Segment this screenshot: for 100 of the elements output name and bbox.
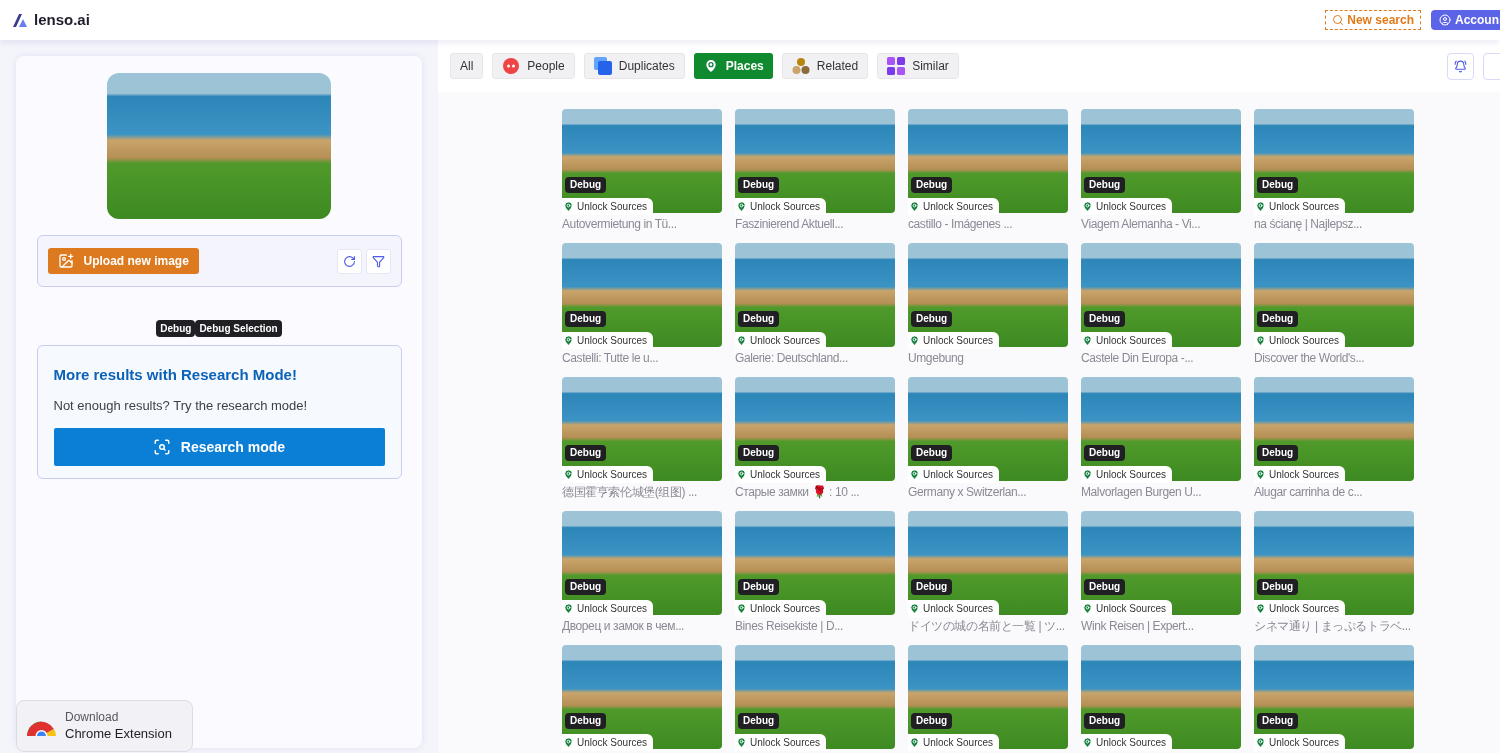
debug-tag: Debug (565, 445, 607, 461)
image-plus-icon (57, 253, 74, 269)
map-pin-icon (702, 58, 719, 74)
debug-tag: Debug (738, 713, 780, 729)
unlock-sources-label: Unlock Sources (908, 600, 1000, 617)
filter-tab[interactable]: Duplicates (583, 53, 685, 79)
debug-tag: Debug (1084, 445, 1126, 461)
unlock-sources-label: Unlock Sources (562, 466, 654, 483)
map-pin-icon (1082, 469, 1093, 480)
debug-tag: Debug (1084, 177, 1126, 193)
refresh-button[interactable] (336, 248, 362, 274)
map-pin-icon (1255, 469, 1266, 480)
filter-tab[interactable]: People (492, 53, 575, 79)
debug-tag: Debug (1084, 713, 1126, 729)
map-pin-icon (1255, 335, 1266, 346)
result-caption: Castelli: Tutte le u... (562, 350, 659, 367)
result-caption: Castele Din Europa -... (1081, 350, 1194, 367)
unlock-sources-label: Unlock Sources (908, 466, 1000, 483)
result-caption: Viagem Alemanha - Vi... (1081, 216, 1201, 233)
result-caption: ドイツの城の名前と一覧 | ツ... (908, 618, 1065, 635)
debug-tag: Debug (1084, 579, 1126, 595)
filter-tab[interactable]: All (450, 53, 484, 79)
map-pin-icon (1082, 201, 1093, 212)
logo-icon (13, 13, 29, 27)
unlock-sources-label: Unlock Sources (1081, 600, 1173, 617)
map-pin-icon (909, 335, 920, 346)
filter-button[interactable] (365, 248, 391, 274)
map-pin-icon (1082, 603, 1093, 614)
map-pin-icon (909, 603, 920, 614)
result-caption: 德国霍亨索伦城堡(组图) ... (562, 484, 697, 501)
debug-tag: Debug (565, 713, 607, 729)
debug-tag: Debug (738, 579, 780, 595)
map-pin-icon (1082, 335, 1093, 346)
result-caption: castillo - Imágenes ... (908, 216, 1013, 233)
debug-tag: Debug Selection (195, 320, 282, 337)
debug-tag: Debug (1257, 311, 1299, 327)
face-icon (502, 57, 521, 75)
map-pin-icon (1082, 737, 1093, 748)
search-icon (152, 438, 171, 456)
debug-tag: Debug (1257, 713, 1299, 729)
map-pin-icon (1255, 603, 1266, 614)
map-pin-icon (736, 603, 747, 614)
result-caption: Discover the World's... (1254, 350, 1365, 367)
result-caption: Germany x Switzerlan... (908, 484, 1027, 501)
search-icon (1332, 14, 1345, 26)
debug-tag: Debug (1257, 177, 1299, 193)
result-caption: Umgebung (908, 350, 964, 367)
account-button[interactable]: Accoun (1431, 10, 1500, 30)
user-icon (1439, 14, 1451, 26)
debug-tag: Debug (911, 311, 953, 327)
result-caption: Bines Reisekiste | D... (735, 618, 843, 635)
debug-tag: Debug (738, 177, 780, 193)
filter-icon (371, 254, 385, 268)
squares-icon (593, 57, 612, 75)
map-pin-icon (736, 469, 747, 480)
map-pin-icon (1255, 201, 1266, 212)
research-mode-button[interactable]: Research mode (53, 428, 385, 466)
unlock-sources-label: Unlock Sources (1254, 466, 1346, 483)
filter-tab[interactable]: Related (781, 53, 869, 79)
unlock-sources-label: Unlock Sources (735, 198, 827, 215)
debug-tag: Debug (738, 311, 780, 327)
alert-button[interactable] (1447, 52, 1474, 80)
debug-tag: Debug (738, 445, 780, 461)
unlock-sources-label: Unlock Sources (1254, 600, 1346, 617)
map-pin-icon (736, 737, 747, 748)
map-pin-icon (563, 335, 574, 346)
unlock-sources-label: Unlock Sources (908, 734, 1000, 751)
result-caption: Дворец и замок в чем... (562, 618, 684, 635)
map-pin-icon (563, 469, 574, 480)
debug-tag: Debug (911, 177, 953, 193)
unlock-sources-label: Unlock Sources (1081, 198, 1173, 215)
map-pin-icon (909, 737, 920, 748)
chrome-extension-label: Chrome Extension (65, 725, 172, 743)
refresh-icon (342, 254, 356, 268)
map-pin-icon (736, 201, 747, 212)
map-pin-icon (736, 335, 747, 346)
unlock-sources-label: Unlock Sources (1254, 734, 1346, 751)
debug-tag: Debug (1257, 579, 1299, 595)
debug-tag: Debug (911, 445, 953, 461)
dots-icon (791, 57, 810, 75)
logo-text: lenso.ai (34, 9, 90, 30)
map-pin-icon (563, 603, 574, 614)
unlock-sources-label: Unlock Sources (1081, 734, 1173, 751)
debug-tag: Debug (911, 579, 953, 595)
download-label: Download (65, 709, 119, 725)
filter-tab[interactable]: Places (693, 53, 773, 79)
debug-tag: Debug (565, 579, 607, 595)
bell-icon (1454, 59, 1467, 73)
result-caption: Malvorlagen Burgen U... (1081, 484, 1202, 501)
debug-tag: Debug (565, 311, 607, 327)
research-title: More results with Research Mode! (53, 365, 298, 385)
unlock-sources-label: Unlock Sources (1254, 198, 1346, 215)
result-caption: Alugar carrinha de c... (1254, 484, 1363, 501)
result-caption: Старые замки 🌹 : 10 ... (735, 484, 860, 501)
chrome-extension-button[interactable]: Download Chrome Extension (16, 700, 193, 752)
unlock-sources-label: Unlock Sources (735, 734, 827, 751)
filter-tab[interactable]: Similar (877, 53, 959, 79)
unlock-sources-label: Unlock Sources (1081, 466, 1173, 483)
unlock-sources-label: Unlock Sources (1254, 332, 1346, 349)
result-caption: Galerie: Deutschland... (735, 350, 848, 367)
